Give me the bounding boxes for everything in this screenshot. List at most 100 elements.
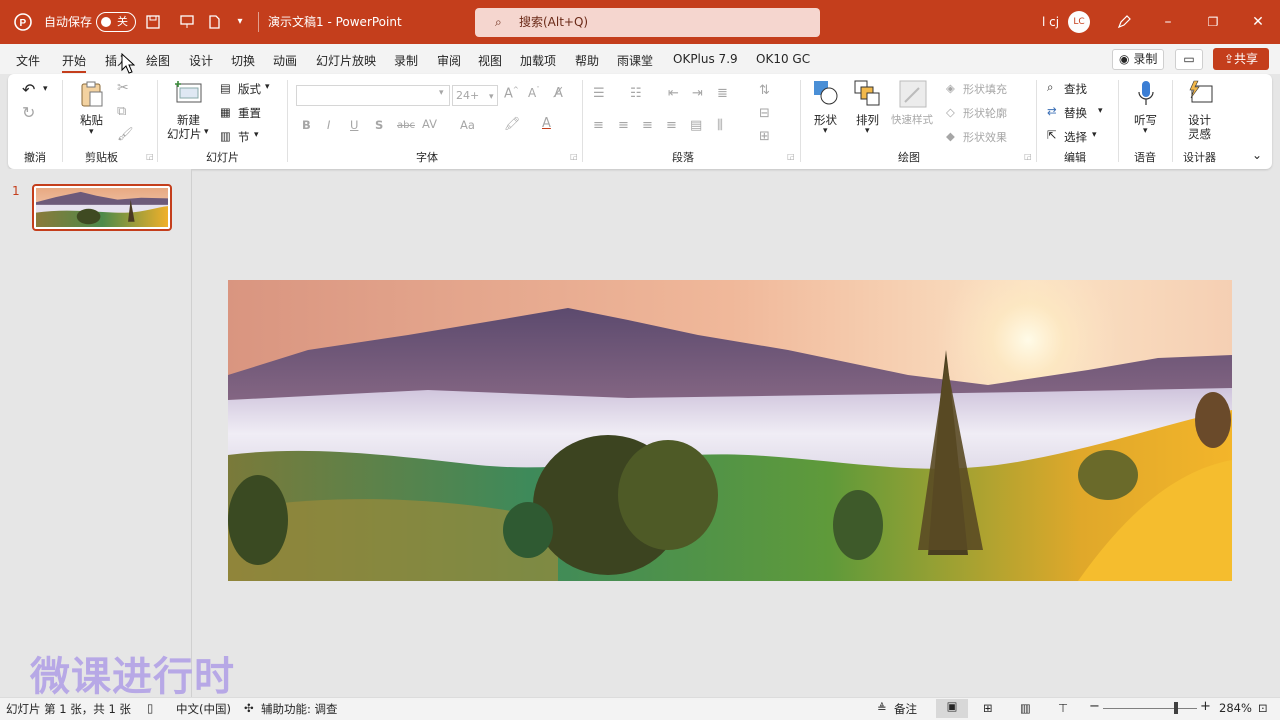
underline-button[interactable]: U (350, 118, 358, 132)
dictate-icon[interactable] (1135, 80, 1157, 114)
tab-addins[interactable]: 加载项 (520, 52, 556, 69)
drawing-launcher-icon[interactable]: ◲ (1024, 152, 1032, 161)
tab-draw[interactable]: 绘图 (146, 52, 170, 69)
align-text-icon[interactable]: ⊟ (759, 106, 770, 121)
reset-label[interactable]: 重置 (238, 105, 261, 121)
quick-styles-icon[interactable] (898, 80, 928, 114)
shadow-button[interactable]: S (375, 118, 383, 132)
tab-animations[interactable]: 动画 (273, 52, 297, 69)
clipboard-launcher-icon[interactable]: ◲ (146, 152, 154, 161)
select-label[interactable]: 选择 (1064, 129, 1087, 145)
close-icon[interactable]: ✕ (1248, 0, 1268, 44)
undo-icon[interactable]: ↶ (22, 80, 35, 99)
notes-button[interactable]: 备注 (894, 701, 917, 717)
record-button[interactable]: ◉ 录制 (1112, 49, 1165, 70)
increase-font-icon[interactable]: A^ (504, 86, 519, 101)
tab-file[interactable]: 文件 (16, 52, 40, 69)
align-center-icon[interactable]: ≡ (618, 118, 629, 133)
font-dropdown-icon[interactable]: ▾ (439, 88, 444, 98)
new-slide-dropdown-icon[interactable]: ▾ (204, 127, 209, 137)
paragraph-launcher-icon[interactable]: ◲ (787, 152, 795, 161)
zoom-slider-handle[interactable] (1174, 702, 1178, 714)
line-spacing-icon[interactable]: ≣ (717, 86, 728, 101)
zoom-in-icon[interactable]: + (1200, 699, 1211, 714)
numbering-icon[interactable]: ☷ (630, 86, 642, 101)
increase-indent-icon[interactable]: ⇥ (692, 86, 703, 101)
design-ideas-label-2[interactable]: 灵感 (1188, 126, 1211, 142)
select-icon[interactable]: ⇱ (1047, 128, 1057, 142)
tab-review[interactable]: 审阅 (437, 52, 461, 69)
distributed-icon[interactable]: ▤ (690, 118, 702, 133)
shape-effects-label[interactable]: 形状效果 (963, 129, 1007, 145)
tab-help[interactable]: 帮助 (575, 52, 599, 69)
paste-label[interactable]: 粘贴 (80, 112, 103, 128)
normal-view-icon[interactable]: ▣ (936, 699, 968, 718)
section-icon[interactable]: ▥ (220, 129, 231, 143)
accessibility-icon[interactable]: ✣ (244, 701, 254, 715)
arrange-dropdown-icon[interactable]: ▾ (865, 126, 870, 136)
font-size-dropdown-icon[interactable]: ▾ (489, 88, 494, 107)
dictate-dropdown-icon[interactable]: ▾ (1143, 126, 1148, 136)
zoom-slider[interactable] (1103, 708, 1197, 709)
tab-design[interactable]: 设计 (189, 52, 213, 69)
paste-dropdown-icon[interactable]: ▾ (89, 127, 94, 137)
slide-canvas[interactable] (228, 280, 1232, 581)
new-file-icon[interactable] (205, 0, 223, 44)
shapes-dropdown-icon[interactable]: ▾ (823, 126, 828, 136)
comments-button[interactable]: ▭ (1175, 49, 1203, 70)
save-icon[interactable] (144, 0, 162, 44)
replace-icon[interactable]: ⇄ (1047, 104, 1057, 118)
shape-fill-icon[interactable]: ◈ (946, 81, 955, 95)
replace-dropdown-icon[interactable]: ▾ (1098, 106, 1103, 116)
find-icon[interactable]: ⌕ (1047, 80, 1053, 95)
align-left-icon[interactable]: ≡ (593, 118, 604, 133)
layout-label[interactable]: 版式 (238, 81, 261, 97)
shape-outline-label[interactable]: 形状轮廓 (963, 105, 1007, 121)
replace-label[interactable]: 替换 (1064, 105, 1087, 121)
tab-view[interactable]: 视图 (478, 52, 502, 69)
slide-sorter-icon[interactable]: ⊞ (983, 701, 993, 715)
reset-icon[interactable]: ▦ (220, 105, 231, 119)
section-label[interactable]: 节 (238, 129, 250, 145)
tab-slideshow[interactable]: 幻灯片放映 (316, 52, 376, 69)
spelling-check-icon[interactable]: ▯ (147, 701, 153, 715)
columns-icon[interactable]: ⫼ (717, 118, 723, 133)
zoom-level[interactable]: 284% (1219, 701, 1252, 715)
font-size-input[interactable]: 24+ ▾ (452, 85, 498, 106)
shape-effects-icon[interactable]: ◆ (946, 129, 955, 143)
tab-home[interactable]: 开始 (62, 52, 87, 73)
tab-okplus[interactable]: OKPlus 7.9 (673, 52, 738, 66)
italic-button[interactable]: I (327, 118, 330, 132)
bold-button[interactable]: B (302, 118, 311, 132)
restore-icon[interactable]: ❐ (1203, 0, 1223, 44)
collapse-ribbon-icon[interactable]: ⌄ (1252, 148, 1262, 162)
strikethrough-button[interactable]: abc (397, 120, 415, 131)
font-launcher-icon[interactable]: ◲ (570, 152, 578, 161)
pen-icon[interactable] (1112, 0, 1136, 44)
design-ideas-icon[interactable] (1185, 80, 1215, 112)
smartart-icon[interactable]: ⊞ (759, 129, 770, 144)
text-direction-icon[interactable]: ⇅ (759, 83, 770, 98)
font-color-button[interactable]: A (542, 116, 551, 131)
char-spacing-button[interactable]: AV (422, 117, 437, 131)
find-label[interactable]: 查找 (1064, 81, 1087, 97)
undo-dropdown-icon[interactable]: ▾ (43, 84, 48, 94)
minimize-icon[interactable]: – (1158, 0, 1178, 44)
slideshow-icon[interactable]: ⊤ (1058, 701, 1068, 715)
font-name-input[interactable]: ▾ (296, 85, 450, 106)
decrease-indent-icon[interactable]: ⇤ (668, 86, 679, 101)
layout-dropdown-icon[interactable]: ▾ (265, 82, 270, 92)
section-dropdown-icon[interactable]: ▾ (254, 130, 259, 140)
tab-transitions[interactable]: 切换 (231, 52, 255, 69)
redo-icon[interactable]: ↻ (22, 103, 35, 122)
shape-outline-icon[interactable]: ◇ (946, 105, 955, 119)
fit-slide-icon[interactable]: ⊡ (1258, 701, 1268, 715)
clear-format-icon[interactable]: A̸ (554, 86, 563, 101)
select-dropdown-icon[interactable]: ▾ (1092, 130, 1097, 140)
new-slide-icon[interactable] (174, 80, 204, 110)
decrease-font-icon[interactable]: Aˇ (528, 86, 540, 100)
layout-icon[interactable]: ▤ (220, 81, 231, 95)
customize-qat-icon[interactable]: ▾ (233, 0, 247, 44)
change-case-button[interactable]: Aa (460, 118, 475, 132)
shape-fill-label[interactable]: 形状填充 (963, 81, 1007, 97)
